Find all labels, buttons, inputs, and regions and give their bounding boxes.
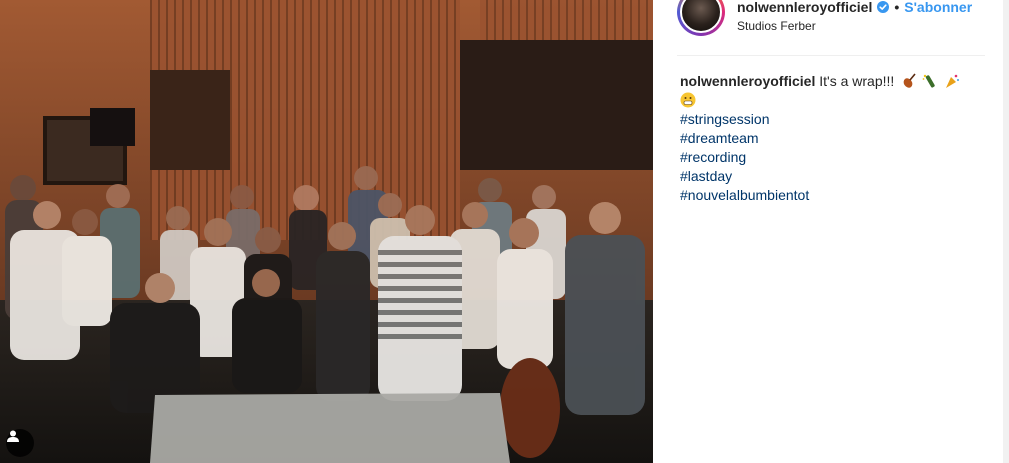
party-popper-emoji-icon xyxy=(945,74,959,88)
hashtag-list: #stringsession #dreamteam #recording #la… xyxy=(680,110,980,205)
hashtag-link[interactable]: #dreamteam xyxy=(680,129,980,148)
hashtag-link[interactable]: #lastday xyxy=(680,167,980,186)
post-photo[interactable] xyxy=(0,0,653,463)
header-divider xyxy=(677,55,985,56)
panel-scrollbar[interactable] xyxy=(1003,0,1009,463)
verified-badge-icon xyxy=(877,1,890,13)
studio-group-photo-illustration xyxy=(0,0,653,463)
username-link[interactable]: nolwennleroyofficiel xyxy=(737,0,872,15)
grinning-face-emoji-icon xyxy=(680,92,696,108)
violin-emoji-icon xyxy=(903,73,916,88)
post-header: nolwennleroyofficiel • S'abonner Studios… xyxy=(677,0,985,38)
post-caption: nolwennleroyofficiel It's a wrap!!! #str… xyxy=(680,72,980,205)
username-row: nolwennleroyofficiel • S'abonner xyxy=(737,0,972,15)
caption-text: It's a wrap!!! xyxy=(819,73,895,89)
post-side-panel: nolwennleroyofficiel • S'abonner Studios… xyxy=(653,0,1009,463)
hashtag-link[interactable]: #stringsession xyxy=(680,110,980,129)
follow-button[interactable]: S'abonner xyxy=(904,0,972,15)
header-text: nolwennleroyofficiel • S'abonner Studios… xyxy=(737,0,972,33)
champagne-emoji-icon xyxy=(922,74,935,88)
avatar[interactable] xyxy=(680,0,722,33)
location-link[interactable]: Studios Ferber xyxy=(737,19,972,33)
person-tag-icon xyxy=(7,430,19,442)
hashtag-link[interactable]: #nouvelalbumbientot xyxy=(680,186,980,205)
caption-username-link[interactable]: nolwennleroyofficiel xyxy=(680,73,815,89)
tagged-people-button[interactable] xyxy=(6,429,34,457)
avatar-story-ring[interactable] xyxy=(677,0,725,36)
hashtag-link[interactable]: #recording xyxy=(680,148,980,167)
separator-dot: • xyxy=(894,0,900,15)
